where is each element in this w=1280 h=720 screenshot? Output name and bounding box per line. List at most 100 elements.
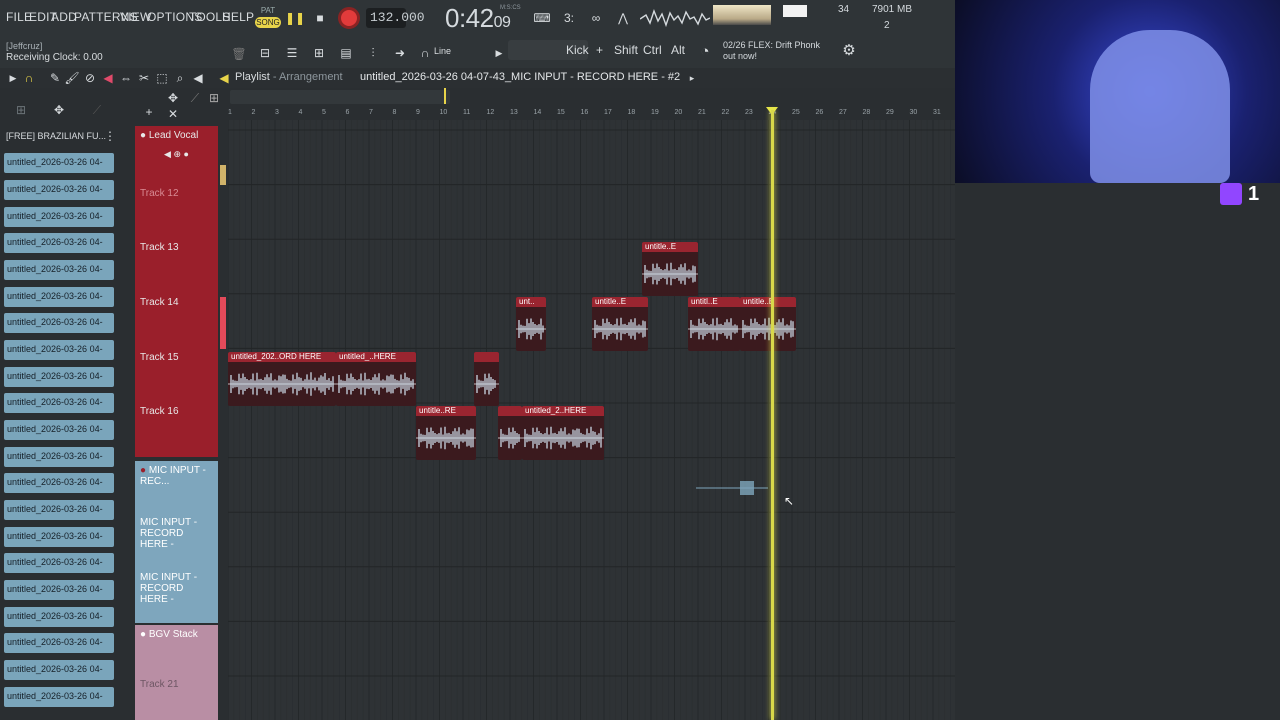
menu-help[interactable]: HELP: [222, 10, 254, 24]
picker-options-icon[interactable]: ⊞: [12, 101, 30, 119]
magnet-snap-icon[interactable]: ∩: [20, 69, 38, 87]
picker-clip[interactable]: untitled_2026-03-26 04-: [4, 287, 114, 307]
play-arrow-icon[interactable]: ▶: [490, 44, 508, 62]
picker-clip[interactable]: untitled_2026-03-26 04-: [4, 473, 114, 493]
metronome-icon[interactable]: ⋀: [614, 9, 632, 27]
audio-clip[interactable]: untitle..E: [740, 297, 796, 351]
slip-tool-icon[interactable]: ⇔: [117, 69, 135, 87]
track-header-mic-2[interactable]: MIC INPUT - RECORD HERE -: [135, 513, 218, 568]
track-header-mic-input[interactable]: ● MIC INPUT - REC...: [135, 461, 218, 513]
picker-clip[interactable]: untitled_2026-03-26 04-: [4, 447, 114, 467]
pattern-picker-icon[interactable]: ⊟: [256, 44, 274, 62]
current-pattern-name[interactable]: untitled_2026-03-26 04-07-43_MIC INPUT -…: [360, 71, 680, 83]
pattern-next-icon[interactable]: ▸: [683, 69, 701, 87]
news-bubble-icon[interactable]: ◔: [696, 42, 714, 60]
track-header-14[interactable]: Track 14: [135, 293, 218, 348]
audio-clip[interactable]: untitl..E: [688, 297, 740, 351]
record-button[interactable]: [338, 7, 360, 29]
close-icon[interactable]: ✕: [164, 105, 182, 123]
typing-keyboard-icon[interactable]: ⌨: [533, 9, 551, 27]
track-dot-icon: ●: [140, 465, 147, 476]
clip-label: untitl..E: [688, 297, 740, 307]
mute-tool-icon[interactable]: ◀: [99, 69, 117, 87]
audio-clip[interactable]: [474, 352, 499, 406]
arrow-icon[interactable]: ➜: [391, 44, 409, 62]
track-dot-icon: ●: [140, 629, 147, 640]
picker-clip[interactable]: untitled_2026-03-26 04-: [4, 420, 114, 440]
slice-tool-icon[interactable]: ✂: [135, 69, 153, 87]
pat-song-toggle[interactable]: PAT SONG: [255, 6, 281, 30]
picker-clip[interactable]: untitled_2026-03-26 04-: [4, 260, 114, 280]
picker-clip[interactable]: untitled_2026-03-26 04-: [4, 207, 114, 227]
zoom-tool-icon[interactable]: ⌕: [171, 69, 189, 87]
track-header-13[interactable]: Track 13: [135, 238, 218, 293]
picker-clip[interactable]: untitled_2026-03-26 04-: [4, 180, 114, 200]
pause-icon[interactable]: ❚❚: [285, 9, 305, 27]
snap-mode[interactable]: Line: [434, 46, 451, 56]
clip-label: untitled_202..ORD HERE: [228, 352, 336, 362]
magnet-icon[interactable]: ∩: [416, 44, 434, 62]
stop-icon[interactable]: ■: [311, 9, 329, 27]
waveform: [516, 307, 546, 351]
track-header-15[interactable]: Track 15: [135, 348, 218, 402]
track-header-12[interactable]: Track 12: [135, 184, 218, 238]
trash-icon[interactable]: 🗑: [230, 45, 248, 63]
picker-clip[interactable]: untitled_2026-03-26 04-: [4, 607, 114, 627]
countdown-icon[interactable]: 3:: [560, 9, 578, 27]
audio-clip[interactable]: untitle..E: [642, 242, 698, 296]
track-controls[interactable]: ◀ ⊕ ●: [140, 149, 213, 160]
audio-clip[interactable]: untitle..RE: [416, 406, 476, 460]
blend-notes-icon[interactable]: ∞: [587, 9, 605, 27]
picker-clip[interactable]: untitled_2026-03-26 04-: [4, 687, 114, 707]
picker-clip[interactable]: untitled_2026-03-26 04-: [4, 553, 114, 573]
picker-grip-icon[interactable]: ⋮: [101, 127, 119, 145]
playlist-icon[interactable]: ☰: [283, 44, 301, 62]
audio-device-icon[interactable]: ⚙: [840, 41, 858, 59]
piano-roll-icon[interactable]: ⊞: [310, 44, 328, 62]
audio-clip[interactable]: untitled_202..ORD HERE: [228, 352, 336, 406]
picker-clip[interactable]: untitled_2026-03-26 04-: [4, 527, 114, 547]
picker-move-icon[interactable]: ✥: [50, 101, 68, 119]
paint-tool-icon[interactable]: 🖌: [63, 69, 81, 87]
track-header-mic-3[interactable]: MIC INPUT - RECORD HERE -: [135, 568, 218, 623]
audio-clip[interactable]: untitle..E: [592, 297, 648, 351]
news-panel[interactable]: 02/26 FLEX: Drift Phonk out now!: [723, 40, 820, 62]
audio-clip[interactable]: untitled_..HERE: [336, 352, 416, 406]
picker-link-icon[interactable]: ⟋: [88, 101, 106, 119]
track-header-lead-vocal[interactable]: ● Lead Vocal ◀ ⊕ ●: [135, 126, 218, 184]
channel-rack-icon[interactable]: ▤: [337, 44, 355, 62]
clock-main: 0:42: [445, 3, 494, 33]
audio-clip[interactable]: unt..: [516, 297, 546, 351]
grid-icon[interactable]: ⊞: [205, 89, 223, 107]
select-tool-icon[interactable]: ⬚: [153, 69, 171, 87]
picker-clip[interactable]: untitled_2026-03-26 04-: [4, 153, 114, 173]
picker-clip[interactable]: untitled_2026-03-26 04-: [4, 580, 114, 600]
picker-clip[interactable]: untitled_2026-03-26 04-: [4, 233, 114, 253]
picker-clip[interactable]: untitled_2026-03-26 04-: [4, 393, 114, 413]
timeline-ruler[interactable]: 1234567891011121314151617181920212223242…: [228, 107, 955, 120]
picker-clip[interactable]: untitled_2026-03-26 04-: [4, 660, 114, 680]
ruler-number: 31: [933, 109, 941, 116]
picker-clip[interactable]: untitled_2026-03-26 04-: [4, 633, 114, 653]
track-header-bgv[interactable]: ● BGV Stack: [135, 625, 218, 675]
ruler-number: 7: [369, 109, 373, 116]
ruler-number: 23: [745, 109, 753, 116]
tempo-display[interactable]: 132.000: [366, 8, 425, 28]
track-dot-icon: ●: [140, 130, 147, 141]
mixer-icon[interactable]: ⫶: [364, 44, 382, 62]
speaker-icon[interactable]: ◀: [215, 69, 233, 87]
picker-clip[interactable]: untitled_2026-03-26 04-: [4, 313, 114, 333]
delete-tool-icon[interactable]: ⊘: [81, 69, 99, 87]
picker-clip[interactable]: untitled_2026-03-26 04-: [4, 500, 114, 520]
picker-clip[interactable]: untitled_2026-03-26 04-: [4, 340, 114, 360]
track-header-16[interactable]: Track 16: [135, 402, 218, 457]
draw-tool-icon[interactable]: ✎: [46, 69, 64, 87]
picker-clip[interactable]: untitled_2026-03-26 04-: [4, 367, 114, 387]
audio-clip[interactable]: untitled_2..HERE: [522, 406, 604, 460]
playback-tool-icon[interactable]: ◀: [189, 69, 207, 87]
audio-clip[interactable]: [498, 406, 522, 460]
link-icon[interactable]: ⟋: [186, 89, 204, 107]
add-track-icon[interactable]: +: [140, 103, 158, 121]
track-header-21[interactable]: Track 21: [135, 675, 218, 720]
overview-scrollbar[interactable]: [230, 90, 450, 104]
